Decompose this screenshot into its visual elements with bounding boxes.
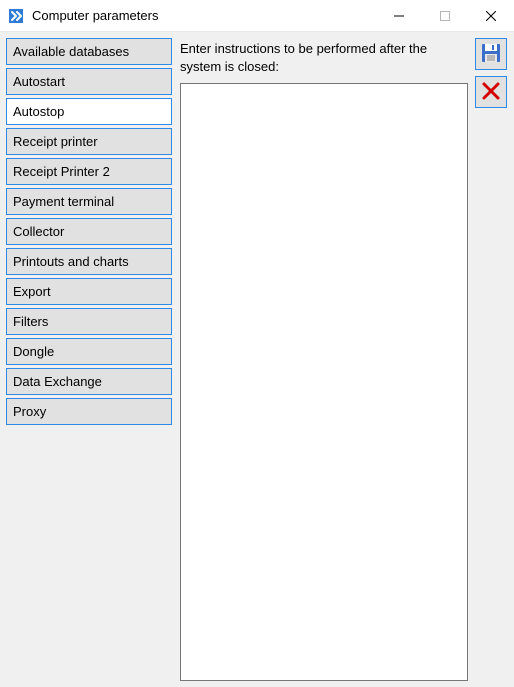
sidebar: Available databases Autostart Autostop Rece…	[0, 32, 172, 687]
instructions-input[interactable]	[180, 83, 468, 681]
close-button[interactable]	[468, 0, 514, 32]
sidebar-item-label: Proxy	[13, 404, 46, 419]
instructions-label: Enter instructions to be performed after…	[180, 40, 468, 75]
sidebar-item-label: Available databases	[13, 44, 129, 59]
sidebar-item-autostop[interactable]: Autostop	[6, 98, 172, 125]
sidebar-item-label: Autostart	[13, 74, 65, 89]
sidebar-item-data-exchange[interactable]: Data Exchange	[6, 368, 172, 395]
sidebar-item-label: Receipt printer	[13, 134, 98, 149]
cancel-button[interactable]	[475, 76, 507, 108]
minimize-button[interactable]	[376, 0, 422, 32]
app-icon	[8, 8, 24, 24]
sidebar-item-export[interactable]: Export	[6, 278, 172, 305]
window-title: Computer parameters	[32, 8, 376, 23]
sidebar-item-label: Filters	[13, 314, 48, 329]
sidebar-item-available-databases[interactable]: Available databases	[6, 38, 172, 65]
sidebar-item-proxy[interactable]: Proxy	[6, 398, 172, 425]
client-area: Available databases Autostart Autostop Rece…	[0, 32, 514, 687]
main-panel: Enter instructions to be performed after…	[172, 32, 474, 687]
sidebar-item-label: Export	[13, 284, 51, 299]
cancel-icon	[482, 82, 500, 103]
sidebar-item-label: Printouts and charts	[13, 254, 129, 269]
save-button[interactable]	[475, 38, 507, 70]
sidebar-item-label: Payment terminal	[13, 194, 114, 209]
sidebar-item-printouts-and-charts[interactable]: Printouts and charts	[6, 248, 172, 275]
maximize-button	[422, 0, 468, 32]
sidebar-item-label: Autostop	[13, 104, 64, 119]
sidebar-item-dongle[interactable]: Dongle	[6, 338, 172, 365]
sidebar-item-receipt-printer-2[interactable]: Receipt Printer 2	[6, 158, 172, 185]
sidebar-item-label: Dongle	[13, 344, 54, 359]
sidebar-item-filters[interactable]: Filters	[6, 308, 172, 335]
save-icon	[481, 43, 501, 66]
sidebar-item-collector[interactable]: Collector	[6, 218, 172, 245]
sidebar-item-receipt-printer[interactable]: Receipt printer	[6, 128, 172, 155]
sidebar-item-label: Data Exchange	[13, 374, 102, 389]
sidebar-item-autostart[interactable]: Autostart	[6, 68, 172, 95]
right-toolbar	[474, 32, 514, 687]
sidebar-item-label: Collector	[13, 224, 64, 239]
sidebar-item-label: Receipt Printer 2	[13, 164, 110, 179]
titlebar: Computer parameters	[0, 0, 514, 32]
sidebar-item-payment-terminal[interactable]: Payment terminal	[6, 188, 172, 215]
